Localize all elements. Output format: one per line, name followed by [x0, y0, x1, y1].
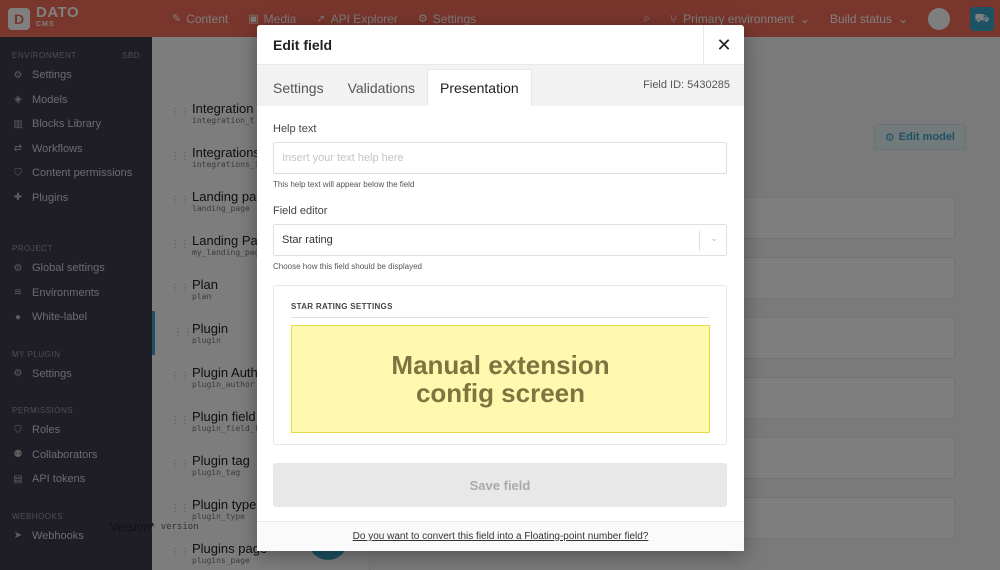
chevron-down-icon: ⌄	[710, 233, 718, 243]
field-editor-select[interactable]: Star rating ⌄	[273, 224, 727, 256]
edit-field-modal: Edit field ✕ Settings Validations Presen…	[257, 25, 744, 551]
modal-header: Edit field ✕	[257, 25, 744, 65]
modal-footer: Do you want to convert this field into a…	[257, 521, 744, 551]
tab-presentation[interactable]: Presentation	[427, 69, 532, 106]
extension-config-screen[interactable]: Manual extension config screen	[291, 325, 710, 433]
extension-placeholder-text: Manual extension config screen	[391, 350, 610, 408]
modal-body: Help text This help text will appear bel…	[257, 123, 744, 507]
field-id: Field ID: 5430285	[643, 79, 730, 91]
tab-settings[interactable]: Settings	[261, 69, 336, 106]
select-separator	[699, 231, 700, 251]
field-editor-hint: Choose how this field should be displaye…	[273, 262, 422, 271]
field-editor-value: Star rating	[282, 234, 333, 246]
help-text-hint: This help text will appear below the fie…	[273, 180, 415, 189]
close-icon: ✕	[716, 34, 732, 55]
save-field-button[interactable]: Save field	[273, 463, 727, 507]
settings-title: STAR RATING SETTINGS	[291, 302, 709, 318]
convert-field-link[interactable]: Do you want to convert this field into a…	[353, 531, 649, 542]
modal-title: Edit field	[273, 36, 333, 53]
field-editor-label: Field editor	[273, 205, 328, 217]
tab-validations[interactable]: Validations	[336, 69, 427, 106]
help-text-input[interactable]	[273, 142, 727, 174]
close-button[interactable]: ✕	[703, 25, 744, 65]
tab-bar: Settings Validations Presentation Field …	[257, 65, 744, 106]
star-rating-settings: STAR RATING SETTINGS Manual extension co…	[273, 285, 727, 445]
help-text-label: Help text	[273, 123, 317, 135]
